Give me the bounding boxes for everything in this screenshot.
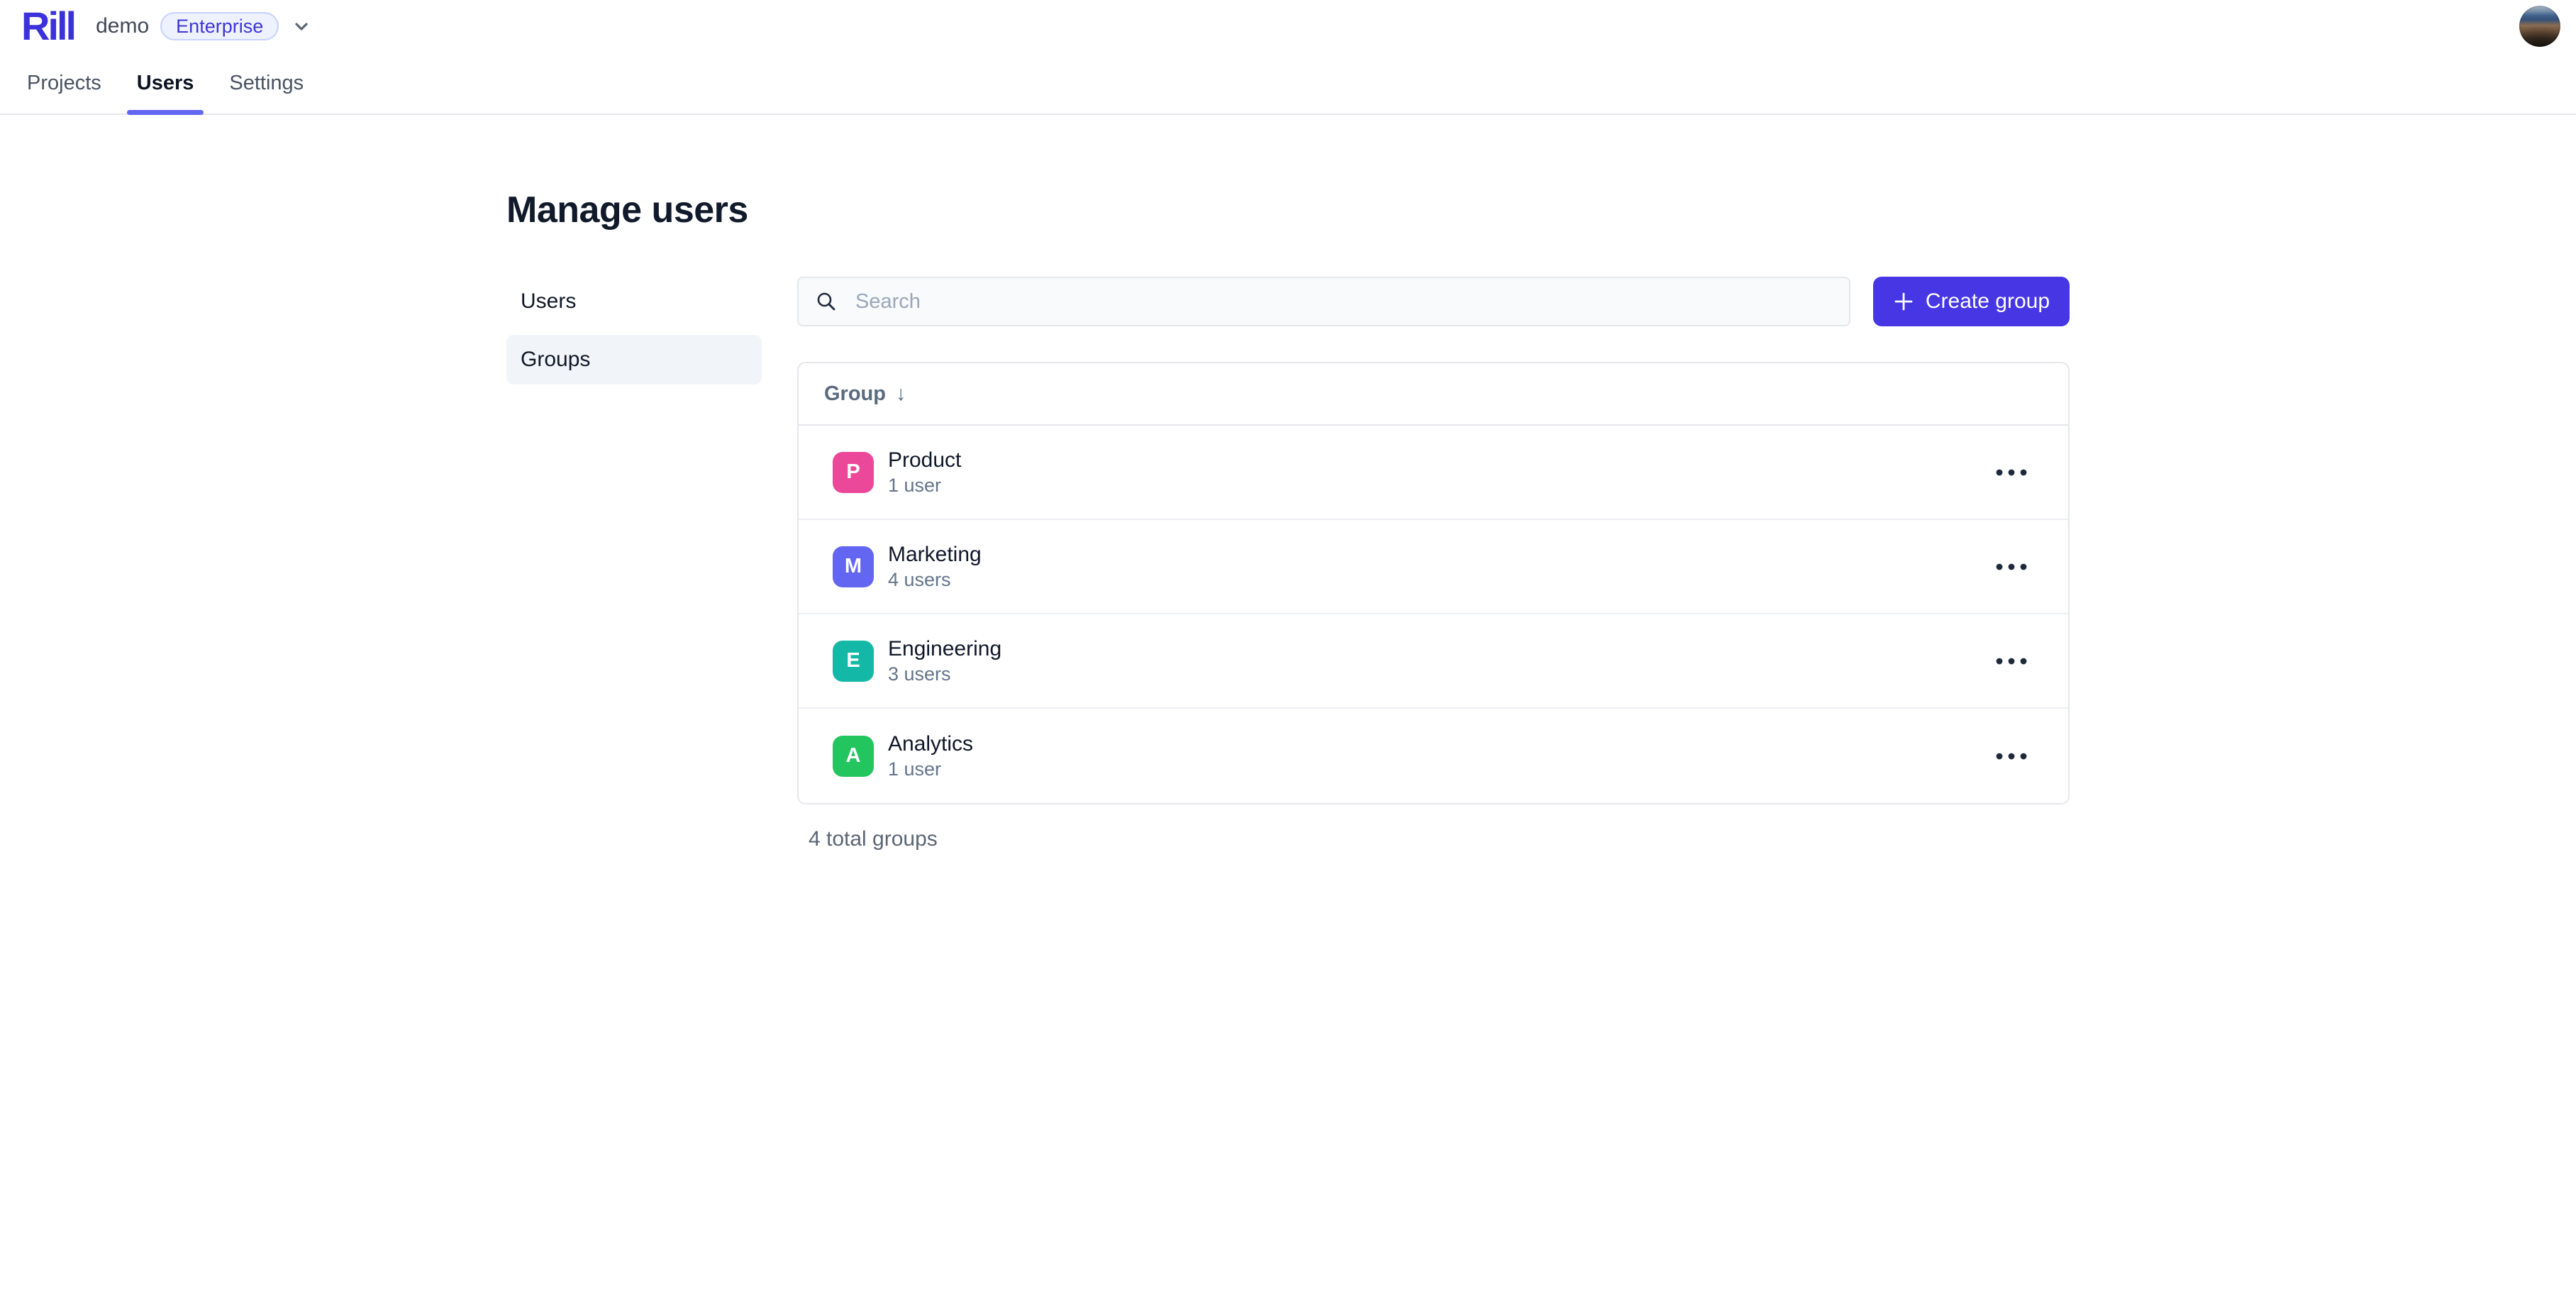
- group-name: Engineering: [888, 637, 1001, 660]
- group-initial: M: [845, 555, 862, 578]
- rill-logo[interactable]: Rill: [21, 6, 74, 46]
- page-title: Manage users: [506, 189, 2070, 231]
- groups-panel: Create group Group ↓ P Product 1 user: [797, 277, 2070, 851]
- tab-settings[interactable]: Settings: [219, 52, 313, 114]
- group-row[interactable]: E Engineering 3 users: [799, 614, 2068, 709]
- group-initial: A: [846, 744, 861, 768]
- create-group-button[interactable]: Create group: [1873, 277, 2070, 326]
- settings-sidebar: Users Groups: [506, 277, 762, 385]
- primary-tabs: Projects Users Settings: [0, 52, 2576, 114]
- group-member-count: 1 user: [888, 759, 973, 780]
- group-member-count: 3 users: [888, 664, 1001, 685]
- group-info: Product 1 user: [888, 448, 961, 497]
- group-actions-menu-button[interactable]: [1989, 451, 2034, 494]
- group-avatar: E: [833, 641, 874, 682]
- org-name: demo: [96, 14, 149, 38]
- manage-users-page: Manage users Users Groups: [506, 115, 2070, 851]
- group-row[interactable]: A Analytics 1 user: [799, 709, 2068, 803]
- group-name: Analytics: [888, 732, 973, 756]
- sort-descending-icon: ↓: [896, 382, 906, 406]
- ellipsis-icon: [1996, 563, 2027, 570]
- group-member-count: 4 users: [888, 570, 982, 591]
- groups-column-header[interactable]: Group ↓: [799, 363, 2068, 426]
- group-actions-menu-button[interactable]: [1989, 640, 2034, 682]
- group-row[interactable]: M Marketing 4 users: [799, 520, 2068, 614]
- search-icon: [814, 289, 838, 314]
- search-box: [797, 277, 1850, 326]
- ellipsis-icon: [1996, 469, 2027, 476]
- chevron-down-icon: [290, 15, 313, 38]
- group-actions-menu-button[interactable]: [1989, 546, 2034, 588]
- groups-toolbar: Create group: [797, 277, 2070, 326]
- group-row[interactable]: P Product 1 user: [799, 426, 2068, 520]
- group-info: Analytics 1 user: [888, 732, 973, 780]
- column-header-label: Group: [824, 382, 886, 406]
- user-avatar[interactable]: [2519, 6, 2560, 47]
- group-actions-menu-button[interactable]: [1989, 735, 2034, 778]
- group-name: Marketing: [888, 543, 982, 566]
- group-avatar: M: [833, 546, 874, 587]
- sidebar-item-groups[interactable]: Groups: [506, 335, 762, 385]
- tab-projects[interactable]: Projects: [17, 52, 111, 114]
- groups-table-body: P Product 1 user M Marketing 4 users E: [799, 426, 2068, 803]
- plan-badge: Enterprise: [160, 12, 279, 40]
- group-avatar: A: [833, 736, 874, 777]
- group-info: Marketing 4 users: [888, 543, 982, 591]
- ellipsis-icon: [1996, 753, 2027, 760]
- group-info: Engineering 3 users: [888, 637, 1001, 685]
- groups-total-summary: 4 total groups: [809, 827, 2070, 851]
- ellipsis-icon: [1996, 658, 2027, 665]
- group-member-count: 1 user: [888, 475, 961, 497]
- top-navigation-bar: Rill demo Enterprise Projects Users Sett…: [0, 0, 2576, 115]
- group-avatar: P: [833, 452, 874, 493]
- create-group-label: Create group: [1926, 289, 2050, 314]
- groups-table: Group ↓ P Product 1 user M Marketing 4 u…: [797, 362, 2070, 804]
- group-initial: E: [846, 649, 860, 673]
- plus-icon: [1893, 291, 1914, 312]
- sidebar-item-users[interactable]: Users: [506, 277, 762, 326]
- search-input[interactable]: [854, 289, 1833, 314]
- org-switcher[interactable]: demo Enterprise: [96, 12, 313, 40]
- group-initial: P: [846, 460, 860, 484]
- group-name: Product: [888, 448, 961, 472]
- tab-users[interactable]: Users: [127, 52, 204, 114]
